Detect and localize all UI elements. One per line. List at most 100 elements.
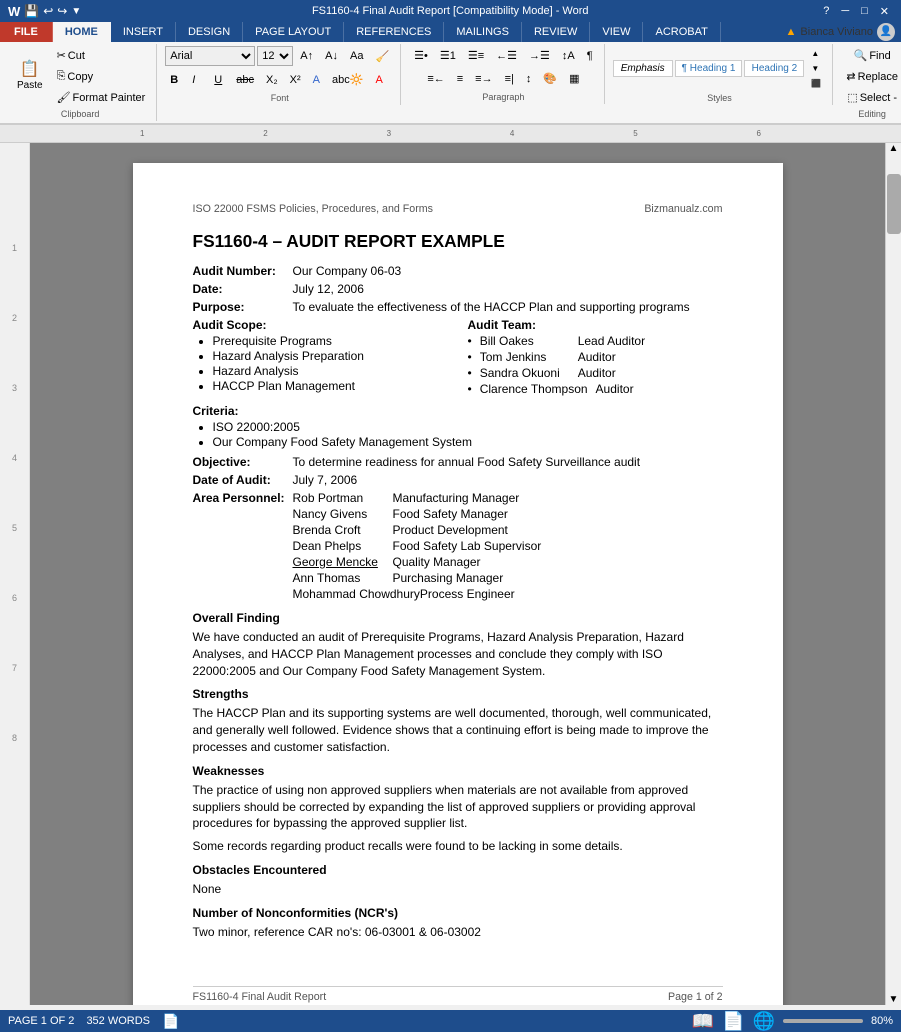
view-print-button[interactable]: 📄	[722, 1011, 744, 1032]
tab-design[interactable]: DESIGN	[176, 22, 243, 42]
maximize-button[interactable]: □	[857, 5, 872, 17]
obstacles-heading: Obstacles Encountered	[193, 863, 723, 877]
find-button[interactable]: 🔍 Find	[849, 46, 896, 65]
nonconformities-text: Two minor, reference CAR no's: 06-03001 …	[193, 924, 723, 941]
spacer-3	[193, 523, 293, 537]
align-left-button[interactable]: ≡←	[422, 70, 449, 88]
person-name-2: Nancy Givens	[293, 507, 393, 521]
italic-button[interactable]: I	[187, 71, 207, 89]
tab-page-layout[interactable]: PAGE LAYOUT	[243, 22, 344, 42]
team-member-3: • Sandra Okuoni Auditor	[468, 366, 723, 380]
purpose-value: To evaluate the effectiveness of the HAC…	[293, 300, 723, 314]
scrollbar-right[interactable]: ▲ ▼	[885, 143, 901, 1005]
font-label: Font	[165, 91, 394, 103]
title-bar-controls: ? ─ □ ✕	[819, 5, 893, 18]
scroll-thumb[interactable]	[887, 174, 901, 234]
style-emphasis[interactable]: Emphasis	[613, 60, 673, 77]
audit-team-label: Audit Team:	[468, 318, 723, 332]
numbering-button[interactable]: ☰1	[435, 46, 461, 65]
team-role-4: Auditor	[596, 382, 666, 396]
word-count: 352 WORDS	[86, 1015, 150, 1027]
styles-scroll-down[interactable]: ▼	[806, 61, 826, 76]
quick-access-save[interactable]: 💾	[24, 4, 39, 18]
highlight-button[interactable]: abc🔆	[327, 70, 368, 89]
quick-access-redo[interactable]: ↪	[57, 4, 67, 18]
close-button[interactable]: ✕	[876, 5, 893, 18]
strengths-text: The HACCP Plan and its supporting system…	[193, 705, 723, 755]
para-row-1: ☰• ☰1 ☰≡ ←☰ →☰ ↕A ¶	[409, 46, 598, 65]
criteria-list: ISO 22000:2005 Our Company Food Safety M…	[213, 420, 723, 449]
styles-scroll-up[interactable]: ▲	[806, 46, 826, 61]
multilevel-button[interactable]: ☰≡	[463, 46, 489, 65]
tab-insert[interactable]: INSERT	[111, 22, 176, 42]
bold-button[interactable]: B	[165, 71, 185, 89]
align-center-button[interactable]: ≡	[452, 70, 468, 88]
scroll-up-button[interactable]: ▲	[889, 143, 899, 154]
title-bar-left: W 💾 ↩ ↪ ▼	[8, 4, 81, 19]
text-effects-button[interactable]: A	[308, 71, 325, 89]
weaknesses-heading: Weaknesses	[193, 764, 723, 778]
minimize-button[interactable]: ─	[837, 5, 853, 17]
person-role-3: Product Development	[393, 523, 508, 537]
copy-button[interactable]: ⎘ Copy	[52, 67, 151, 86]
tab-view[interactable]: VIEW	[590, 22, 643, 42]
format-painter-button[interactable]: 🖌 Format Painter	[52, 88, 151, 107]
ruler: 123456	[0, 125, 901, 143]
person-name-5: George Mencke	[293, 555, 393, 569]
weaknesses-text1: The practice of using non approved suppl…	[193, 782, 723, 832]
styles-content: Emphasis ¶ Heading 1 Heading 2 ▲ ▼ ⬛	[613, 46, 827, 91]
decrease-indent-button[interactable]: ←☰	[491, 46, 522, 65]
tab-acrobat[interactable]: ACROBAT	[643, 22, 720, 42]
sort-button[interactable]: ↕A	[557, 47, 580, 65]
view-read-button[interactable]: 📖	[692, 1011, 714, 1032]
shading-button[interactable]: 🎨	[538, 69, 562, 88]
superscript-button[interactable]: X²	[285, 71, 306, 89]
objective-value: To determine readiness for annual Food S…	[293, 455, 723, 469]
clear-format-icon: 🧹	[375, 50, 389, 63]
styles-expand[interactable]: ⬛	[806, 76, 826, 91]
bullets-button[interactable]: ☰•	[409, 46, 433, 65]
change-case-button[interactable]: Aa	[345, 47, 368, 65]
increase-indent-button[interactable]: →☰	[524, 46, 555, 65]
show-formatting-button[interactable]: ¶	[582, 47, 598, 65]
strikethrough-button[interactable]: abc	[231, 71, 259, 89]
clear-format-button[interactable]: 🧹	[370, 47, 394, 66]
style-heading2[interactable]: Heading 2	[744, 60, 804, 77]
quick-access-more[interactable]: ▼	[71, 6, 81, 17]
bullet-1: •	[468, 334, 472, 348]
font-color-button[interactable]: A	[370, 71, 387, 89]
style-heading1[interactable]: ¶ Heading 1	[675, 60, 743, 77]
font-family-select[interactable]: Arial	[165, 46, 255, 66]
select-button[interactable]: ⬚ Select -	[842, 88, 901, 107]
find-label: Find	[869, 50, 890, 62]
paste-button[interactable]: 📋 Paste	[10, 57, 50, 96]
replace-button[interactable]: ⇄ Replace	[841, 67, 901, 86]
team-member-2: • Tom Jenkins Auditor	[468, 350, 723, 364]
doc-footer-left: FS1160-4 Final Audit Report	[193, 991, 327, 1003]
line-spacing-button[interactable]: ↕	[521, 70, 537, 88]
cut-button[interactable]: ✂ Cut	[52, 46, 151, 65]
team-role-2: Auditor	[578, 350, 648, 364]
zoom-slider[interactable]	[783, 1019, 863, 1023]
scroll-down-button[interactable]: ▼	[889, 994, 899, 1005]
tab-mailings[interactable]: MAILINGS	[444, 22, 522, 42]
help-button[interactable]: ?	[819, 5, 833, 17]
tab-file[interactable]: FILE	[0, 22, 53, 42]
justify-button[interactable]: ≡|	[500, 70, 519, 88]
underline-button[interactable]: U	[209, 71, 229, 89]
user-avatar: 👤	[877, 23, 895, 41]
font-grow-button[interactable]: A↑	[295, 47, 318, 65]
tab-review[interactable]: REVIEW	[522, 22, 590, 42]
person-role-7: Process Engineer	[420, 587, 515, 601]
tab-references[interactable]: REFERENCES	[344, 22, 444, 42]
font-row-2: B I U abc X₂ X² A abc🔆 A	[165, 70, 387, 89]
font-size-select[interactable]: 12	[257, 46, 293, 66]
subscript-button[interactable]: X₂	[261, 71, 283, 89]
team-name-3: Sandra Okuoni	[480, 366, 570, 380]
view-web-button[interactable]: 🌐	[753, 1011, 775, 1032]
borders-button[interactable]: ▦	[564, 69, 584, 88]
align-right-button[interactable]: ≡→	[470, 70, 497, 88]
tab-home[interactable]: HOME	[53, 22, 111, 42]
font-shrink-button[interactable]: A↓	[320, 47, 343, 65]
quick-access-undo[interactable]: ↩	[43, 4, 53, 18]
